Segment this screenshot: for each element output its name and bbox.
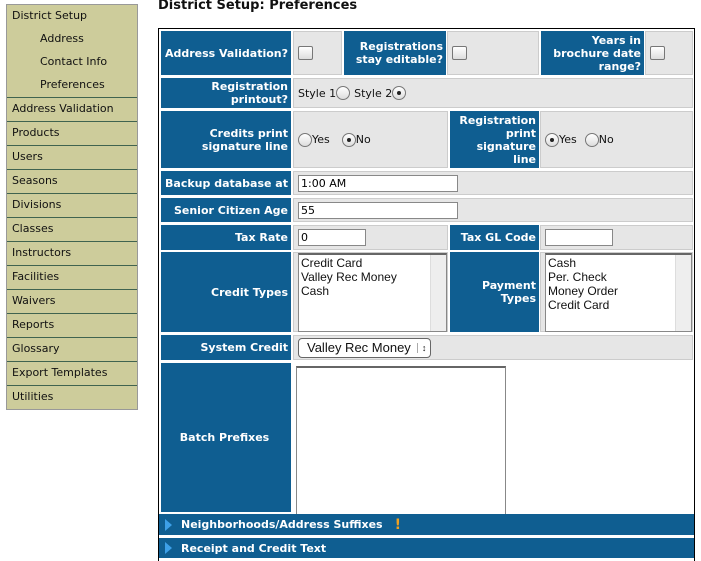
registration-no-label: No — [598, 133, 614, 146]
senior-age-label: Senior Citizen Age — [161, 198, 291, 222]
credit-types-cell: Credit Card Valley Rec Money Cash — [293, 252, 448, 332]
neighborhoods-section-toggle[interactable]: Neighborhoods/Address Suffixes ! — [159, 514, 694, 535]
credit-types-label: Credit Types — [161, 252, 291, 332]
tax-gl-input[interactable] — [545, 229, 613, 246]
sidebar-item-utilities[interactable]: Utilities — [7, 385, 137, 408]
list-item[interactable]: Credit Card — [548, 298, 689, 312]
years-brochure-cell — [645, 31, 693, 75]
senior-age-input[interactable] — [298, 201, 458, 219]
list-item[interactable]: Money Order — [548, 284, 689, 298]
batch-prefixes-textarea[interactable] — [296, 366, 506, 517]
registration-signature-label: Registration print signature line — [450, 111, 539, 168]
credits-no-label: No — [355, 133, 371, 146]
sidebar-item-users[interactable]: Users — [7, 145, 137, 168]
payment-types-list[interactable]: Cash Per. Check Money Order Credit Card — [545, 252, 692, 332]
sidebar-item-preferences[interactable]: Preferences — [7, 74, 137, 96]
neighborhoods-section-label: Neighborhoods/Address Suffixes — [181, 518, 383, 531]
years-brochure-label: Years in brochure date range? — [541, 31, 644, 75]
sidebar-nav: District Setup Address Contact Info Pref… — [6, 4, 138, 410]
credits-signature-label: Credits print signature line — [161, 111, 291, 168]
sidebar-item-address-validation[interactable]: Address Validation — [7, 97, 137, 120]
style2-radio[interactable] — [392, 86, 407, 100]
address-validation-cell — [293, 31, 342, 75]
system-credit-label: System Credit — [161, 335, 291, 360]
sidebar-item-classes[interactable]: Classes — [7, 217, 137, 240]
registrations-editable-label: Registrations stay editable? — [344, 31, 446, 75]
scrollbar[interactable] — [675, 254, 691, 331]
sidebar-item-facilities[interactable]: Facilities — [7, 265, 137, 288]
credits-yes-label: Yes — [312, 133, 330, 146]
credits-signature-no-radio[interactable] — [341, 132, 356, 147]
list-item[interactable]: Cash — [301, 284, 444, 298]
sidebar-item-seasons[interactable]: Seasons — [7, 169, 137, 192]
registrations-editable-cell — [447, 31, 539, 75]
payment-types-label: Payment Types — [450, 252, 539, 332]
registration-printout-cell: Style 1 Style 2 — [293, 78, 693, 108]
registration-yes-label: Yes — [559, 133, 577, 146]
registration-signature-no-radio[interactable] — [584, 132, 599, 147]
list-item[interactable]: Credit Card — [301, 256, 444, 270]
credit-types-list[interactable]: Credit Card Valley Rec Money Cash — [298, 252, 447, 332]
senior-age-cell — [293, 198, 693, 222]
sidebar-item-glossary[interactable]: Glossary — [7, 337, 137, 360]
registration-signature-yes-radio[interactable] — [545, 132, 559, 147]
expand-triangle-icon — [165, 542, 172, 554]
tax-gl-cell — [540, 225, 693, 250]
registration-signature-cell: Yes No — [540, 111, 693, 168]
payment-types-cell: Cash Per. Check Money Order Credit Card — [540, 252, 693, 332]
sidebar-item-address[interactable]: Address — [7, 28, 137, 50]
backup-time-input[interactable] — [298, 174, 458, 192]
sidebar-item-district-setup[interactable]: District Setup — [7, 5, 137, 27]
style1-label: Style 1 — [298, 86, 337, 100]
tax-rate-cell — [293, 225, 448, 250]
list-item[interactable]: Per. Check — [548, 270, 689, 284]
registrations-editable-checkbox[interactable] — [452, 46, 467, 60]
sidebar-item-products[interactable]: Products — [7, 121, 137, 144]
list-item[interactable]: Cash — [548, 256, 689, 270]
tax-rate-label: Tax Rate — [161, 225, 291, 250]
receipt-credit-text-label: Receipt and Credit Text — [181, 541, 327, 555]
scrollbar[interactable] — [430, 254, 446, 331]
sidebar-item-reports[interactable]: Reports — [7, 313, 137, 336]
sidebar-item-export-templates[interactable]: Export Templates — [7, 361, 137, 384]
batch-prefixes-cell — [293, 363, 693, 517]
backup-label: Backup database at — [161, 171, 291, 195]
credits-signature-yes-radio[interactable] — [298, 132, 312, 147]
system-credit-value: Valley Rec Money — [307, 340, 411, 355]
warning-icon: ! — [394, 516, 401, 533]
credits-signature-cell: Yes No — [293, 111, 448, 168]
tax-rate-input[interactable] — [298, 229, 366, 246]
expand-triangle-icon — [165, 518, 172, 531]
registration-printout-label: Registration printout? — [161, 78, 291, 108]
sidebar-item-divisions[interactable]: Divisions — [7, 193, 137, 216]
sidebar-item-contact-info[interactable]: Contact Info — [7, 51, 137, 73]
sidebar-item-waivers[interactable]: Waivers — [7, 289, 137, 312]
system-credit-select[interactable]: Valley Rec Money ↕ — [298, 337, 432, 358]
batch-prefixes-label: Batch Prefixes — [161, 363, 291, 512]
select-arrows-icon: ↕ — [416, 342, 426, 353]
sidebar-item-instructors[interactable]: Instructors — [7, 241, 137, 264]
backup-cell — [293, 171, 693, 195]
style1-radio[interactable] — [336, 86, 351, 100]
page-title: District Setup: Preferences — [158, 0, 358, 13]
address-validation-label: Address Validation? — [161, 31, 291, 75]
list-item[interactable]: Valley Rec Money — [301, 270, 444, 284]
years-brochure-checkbox[interactable] — [650, 46, 665, 60]
receipt-credit-text-section-toggle[interactable]: Receipt and Credit Text — [159, 538, 694, 558]
style2-label: Style 2 — [354, 86, 393, 100]
address-validation-checkbox[interactable] — [298, 46, 313, 60]
system-credit-cell: Valley Rec Money ↕ — [293, 335, 693, 360]
tax-gl-label: Tax GL Code — [450, 225, 539, 250]
